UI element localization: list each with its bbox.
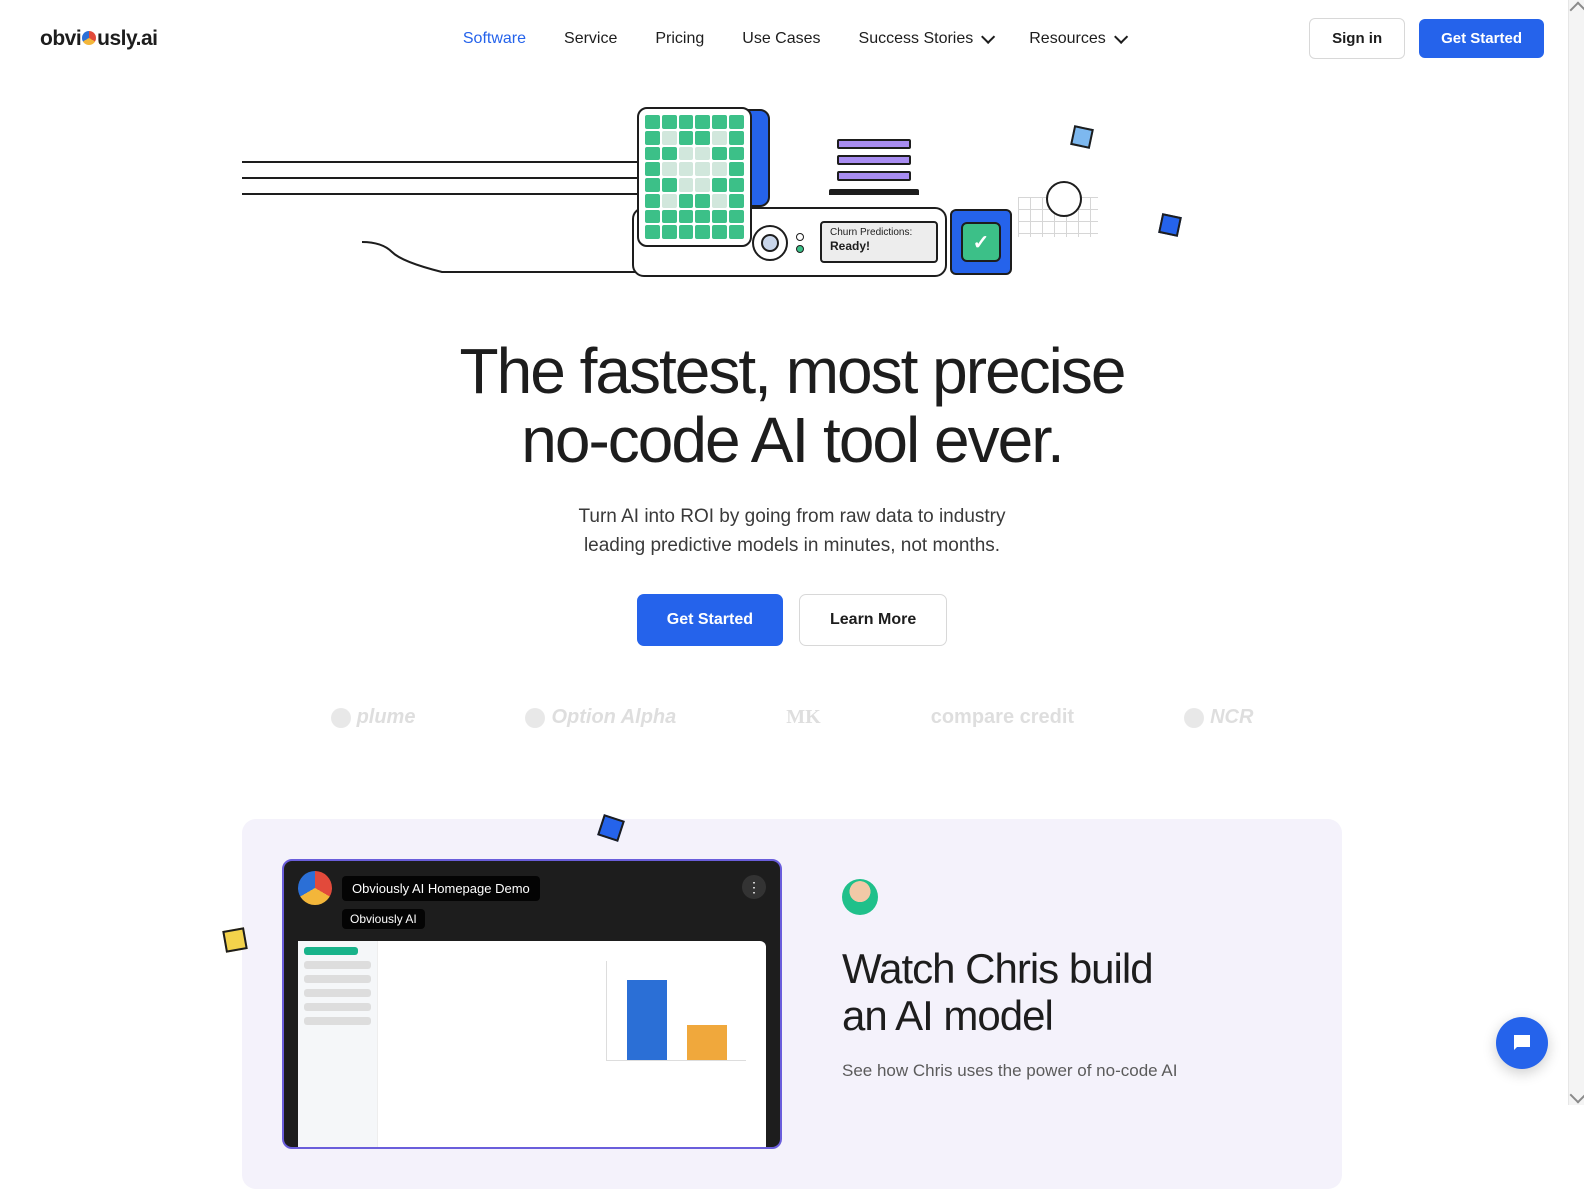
primary-nav: Software Service Pricing Use Cases Succe… — [463, 30, 1124, 48]
signin-button[interactable]: Sign in — [1309, 18, 1405, 59]
nav-use-cases[interactable]: Use Cases — [742, 30, 820, 48]
watch-heading: Watch Chris build an AI model — [842, 945, 1302, 1039]
dial-icon — [752, 225, 788, 261]
status-label: Churn Predictions: — [830, 227, 928, 238]
bar-stack-icon — [837, 139, 919, 195]
video-more-icon[interactable]: ⋮ — [742, 875, 766, 899]
client-name: compare credit — [931, 706, 1074, 729]
client-name: plume — [357, 706, 416, 729]
client-logo: MK — [786, 706, 820, 729]
square-icon — [222, 927, 247, 952]
brand-text-left: obvi — [40, 27, 81, 51]
hero-subtext: Turn AI into ROI by going from raw data … — [0, 503, 1584, 560]
client-name: NCR — [1210, 706, 1253, 729]
nav-label: Resources — [1029, 30, 1105, 48]
diamond-icon — [1184, 708, 1204, 728]
hero-learn-more-button[interactable]: Learn More — [799, 594, 947, 646]
chat-launcher-button[interactable] — [1496, 1017, 1548, 1069]
square-icon — [1070, 125, 1094, 149]
nav-label: Pricing — [655, 30, 704, 48]
nav-resources[interactable]: Resources — [1029, 30, 1123, 48]
video-preview[interactable]: Obviously AI Homepage Demo Obviously AI … — [282, 859, 782, 1149]
hero-headline: The fastest, most precise no-code AI too… — [0, 337, 1584, 475]
machine-dials — [752, 225, 804, 261]
success-chip: ✓ — [950, 209, 1012, 275]
sub-line: Turn AI into ROI by going from raw data … — [579, 506, 1006, 527]
square-icon — [597, 814, 625, 842]
wire-lines-icon — [242, 152, 662, 312]
nav-label: Service — [564, 30, 617, 48]
watch-text-block: Watch Chris build an AI model See how Ch… — [842, 859, 1302, 1149]
nav-success-stories[interactable]: Success Stories — [859, 30, 992, 48]
nav-label: Software — [463, 30, 526, 48]
brand-logo[interactable]: obvi usly.ai — [40, 27, 157, 51]
client-logo: Option Alpha — [525, 706, 676, 729]
sub-line: leading predictive models in minutes, no… — [584, 535, 1000, 556]
client-logos-row: plume Option Alpha MK compare credit NCR — [0, 706, 1584, 729]
brand-text-right: usly.ai — [97, 27, 157, 51]
site-header: obvi usly.ai Software Service Pricing Us… — [0, 0, 1584, 77]
nav-service[interactable]: Service — [564, 30, 617, 48]
headline-line: no-code AI tool ever. — [521, 404, 1063, 476]
chevron-down-icon — [981, 29, 995, 43]
nav-pricing[interactable]: Pricing — [655, 30, 704, 48]
video-screenshot — [298, 941, 766, 1147]
indicator-dot-icon — [796, 245, 804, 253]
watch-body: See how Chris uses the power of no-code … — [842, 1061, 1302, 1081]
client-name: MK — [786, 706, 820, 729]
nav-label: Use Cases — [742, 30, 820, 48]
pixel-grid-icon — [637, 107, 752, 247]
machine-status-panel: Churn Predictions: Ready! — [820, 221, 938, 263]
chat-icon — [1510, 1031, 1534, 1055]
hero-illustration: Churn Predictions: Ready! ✓ — [0, 107, 1584, 307]
nav-label: Success Stories — [859, 30, 974, 48]
indicator-dot-icon — [796, 233, 804, 241]
video-brand-icon — [298, 871, 332, 905]
brand-dot-icon — [82, 31, 96, 45]
auth-buttons: Sign in Get Started — [1309, 18, 1544, 59]
square-icon — [1158, 213, 1182, 237]
leaf-icon — [331, 708, 351, 728]
heading-line: Watch Chris build — [842, 945, 1153, 992]
watch-section: Obviously AI Homepage Demo Obviously AI … — [242, 819, 1342, 1189]
check-icon: ✓ — [961, 222, 1001, 262]
hero-get-started-button[interactable]: Get Started — [637, 594, 783, 646]
hero-ctas: Get Started Learn More — [0, 594, 1584, 646]
client-logo: NCR — [1184, 706, 1253, 729]
triangle-icon — [525, 708, 545, 728]
circle-icon — [1046, 181, 1082, 217]
video-title: Obviously AI Homepage Demo — [342, 876, 540, 901]
client-logo: compare credit — [931, 706, 1074, 729]
get-started-button[interactable]: Get Started — [1419, 19, 1544, 58]
mini-bar-chart-icon — [606, 961, 746, 1061]
presenter-avatar — [842, 879, 878, 915]
status-value: Ready! — [830, 239, 928, 253]
headline-line: The fastest, most precise — [460, 335, 1125, 407]
client-logo: plume — [331, 706, 416, 729]
video-channel: Obviously AI — [342, 909, 425, 929]
hero-section: The fastest, most precise no-code AI too… — [0, 337, 1584, 646]
client-name: Option Alpha — [551, 706, 676, 729]
nav-software[interactable]: Software — [463, 30, 526, 48]
heading-line: an AI model — [842, 992, 1053, 1039]
chevron-down-icon — [1114, 29, 1128, 43]
